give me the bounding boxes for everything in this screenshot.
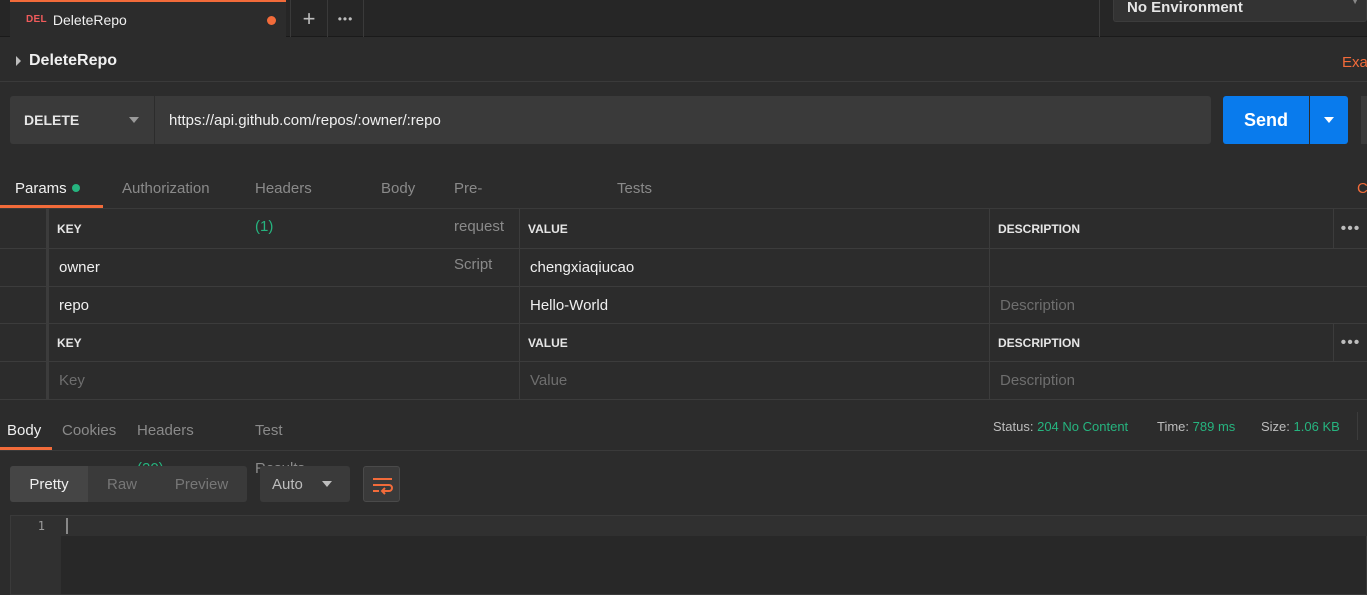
send-options-button[interactable] [1310, 96, 1348, 144]
column-options-button[interactable]: ••• [1333, 209, 1367, 248]
params-header-row: KEY VALUE DESCRIPTION ••• [0, 209, 1367, 249]
key-column-header: KEY [48, 324, 519, 361]
chevron-down-icon [1324, 117, 1334, 123]
wrap-lines-button[interactable] [363, 466, 400, 502]
language-value: Auto [272, 475, 303, 493]
language-select[interactable]: Auto [260, 466, 350, 502]
examples-link[interactable]: Exa [1342, 54, 1367, 71]
new-description-input[interactable]: Description [989, 362, 1367, 399]
url-input[interactable]: https://api.github.com/repos/:owner/:rep… [154, 96, 1211, 144]
param-description[interactable]: Description [989, 287, 1367, 323]
plus-icon: + [302, 5, 316, 31]
param-key[interactable]: owner [48, 249, 519, 286]
description-column-header: DESCRIPTION [989, 324, 1333, 361]
chevron-down-icon [322, 481, 332, 487]
tab-method-badge: DEL [26, 14, 47, 25]
tab-options-button[interactable]: ••• [327, 0, 364, 37]
more-icon: ••• [1340, 219, 1361, 237]
value-column-header: VALUE [519, 209, 989, 248]
chevron-down-icon: ▼ [1350, 0, 1360, 7]
new-tab-button[interactable]: + [290, 0, 327, 37]
request-name: DeleteRepo [29, 52, 118, 69]
query-header-row: KEY VALUE DESCRIPTION ••• [0, 324, 1367, 362]
request-tab[interactable]: DEL DeleteRepo [10, 0, 286, 37]
line-number: 1 [37, 519, 45, 533]
text-cursor [66, 518, 68, 534]
divider [0, 81, 1367, 82]
active-line [61, 516, 1367, 536]
new-key-input[interactable]: Key [48, 362, 519, 399]
status-badge: 204 No Content [1037, 419, 1129, 434]
response-body-editor[interactable]: 1 [10, 515, 1367, 595]
unsaved-dot-icon [267, 16, 276, 25]
param-value[interactable]: Hello-World [519, 287, 989, 323]
method-value: DELETE [24, 112, 80, 128]
tab-response-body[interactable]: Body [0, 412, 52, 450]
tab-test-results[interactable]: Test Results [255, 412, 305, 477]
key-column-header: KEY [48, 209, 519, 248]
tab-authorization[interactable]: Authorization [122, 170, 210, 208]
value-column-header: VALUE [519, 324, 989, 361]
tab-response-headers[interactable]: Headers (20) [137, 412, 194, 477]
param-key[interactable]: repo [48, 287, 519, 323]
line-gutter: 1 [11, 516, 61, 594]
active-dot-icon [71, 184, 80, 192]
save-button-edge[interactable] [1361, 96, 1367, 144]
new-value-input[interactable]: Value [519, 362, 989, 399]
expand-triangle-icon[interactable] [16, 56, 21, 66]
table-row: owner chengxiaqiucao [0, 249, 1367, 287]
description-column-header: DESCRIPTION [989, 209, 1333, 248]
tab-body[interactable]: Body [381, 170, 415, 208]
wrap-lines-icon [373, 478, 393, 495]
tab-tests[interactable]: Tests [617, 170, 652, 208]
size-readout: Size: 1.06 KB [1261, 419, 1340, 434]
divider [1357, 412, 1358, 440]
environment-select[interactable]: No Environment ▼ [1113, 0, 1367, 22]
environment-selected: No Environment [1127, 0, 1243, 16]
more-icon: ••• [337, 11, 354, 26]
divider [0, 450, 1367, 451]
time-readout: Time: 789 ms [1157, 419, 1236, 434]
pretty-button[interactable]: Pretty [10, 466, 88, 502]
more-icon: ••• [1340, 333, 1361, 351]
table-row: repo Hello-World Description [0, 287, 1367, 324]
cookies-link[interactable]: C [1357, 180, 1367, 197]
method-select[interactable]: DELETE [10, 96, 154, 144]
chevron-down-icon [129, 117, 139, 123]
param-description[interactable] [989, 249, 1367, 286]
column-options-button[interactable]: ••• [1333, 324, 1367, 361]
raw-button[interactable]: Raw [88, 466, 156, 502]
tab-headers[interactable]: Headers (1) [255, 170, 312, 235]
env-divider [1099, 0, 1100, 37]
request-name-header[interactable]: DeleteRepo [16, 52, 117, 70]
table-row: Key Value Description [0, 362, 1367, 400]
status-readout: Status: 204 No Content [993, 419, 1129, 434]
send-button[interactable]: Send [1223, 96, 1309, 144]
tab-pre-request-script[interactable]: Pre-request Script [454, 170, 504, 273]
tab-response-cookies[interactable]: Cookies [62, 412, 116, 450]
format-toggle-group: Pretty Raw Preview [10, 466, 247, 502]
tab-title: DeleteRepo [52, 11, 127, 28]
tab-params[interactable]: Params [0, 170, 103, 208]
param-value[interactable]: chengxiaqiucao [519, 249, 989, 286]
preview-button[interactable]: Preview [156, 466, 247, 502]
